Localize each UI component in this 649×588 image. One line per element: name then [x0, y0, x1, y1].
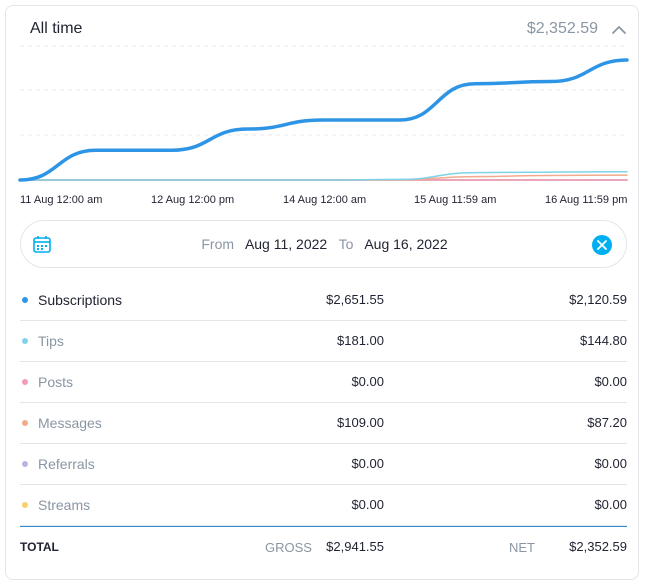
x-tick-label: 15 Aug 11:59 am: [414, 194, 497, 206]
gross-value: $181.00: [337, 333, 384, 348]
chevron-up-icon[interactable]: [611, 22, 627, 38]
total-net-value: $2,352.59: [569, 539, 627, 554]
total-label: TOTAL: [20, 540, 59, 554]
series-line-subscriptions: [18, 58, 629, 182]
from-label: From: [201, 236, 235, 252]
x-tick-label: 14 Aug 12:00 am: [283, 194, 367, 206]
earnings-row-messages[interactable]: Messages $109.00 $87.20: [20, 403, 627, 444]
legend-dot-icon: [22, 461, 28, 467]
gross-value: $0.00: [351, 456, 384, 471]
legend-dot-icon: [22, 420, 28, 426]
total-row: TOTAL GROSS $2,941.55 NET $2,352.59: [20, 526, 627, 566]
net-label: NET: [509, 540, 535, 555]
gross-value: $109.00: [337, 415, 384, 430]
period-title[interactable]: All time: [30, 20, 82, 38]
total-gross-value: $2,941.55: [326, 539, 384, 554]
x-tick-label: 12 Aug 12:00 pm: [151, 194, 235, 206]
gross-label: GROSS: [265, 540, 312, 555]
net-value: $0.00: [594, 497, 627, 512]
gross-value: $2,651.55: [326, 292, 384, 307]
category-name: Tips: [38, 333, 64, 349]
net-value: $0.00: [594, 456, 627, 471]
legend-dot-icon: [22, 502, 28, 508]
earnings-row-tips[interactable]: Tips $181.00 $144.80: [20, 321, 627, 362]
earnings-row-referrals[interactable]: Referrals $0.00 $0.00: [20, 444, 627, 485]
net-value: $2,120.59: [569, 292, 627, 307]
category-name: Messages: [38, 415, 102, 431]
close-icon: [597, 240, 607, 250]
legend-dot-icon: [22, 379, 28, 385]
earnings-line-chart: [18, 45, 629, 182]
clear-range-button[interactable]: [592, 235, 612, 255]
category-name: Subscriptions: [38, 292, 123, 308]
x-tick-label: 16 Aug 11:59 pm: [545, 194, 628, 206]
net-value: $0.00: [594, 374, 627, 389]
to-date[interactable]: Aug 16, 2022: [364, 236, 447, 252]
net-value: $87.20: [587, 415, 627, 430]
period-total: $2,352.59: [526, 20, 598, 37]
earnings-row-posts[interactable]: Posts $0.00 $0.00: [20, 362, 627, 403]
gross-value: $0.00: [351, 497, 384, 512]
earnings-row-streams[interactable]: Streams $0.00 $0.00: [20, 485, 627, 526]
from-date[interactable]: Aug 11, 2022: [245, 236, 327, 252]
category-name: Posts: [38, 374, 74, 390]
net-value: $144.80: [580, 333, 627, 348]
gross-value: $0.00: [351, 374, 384, 389]
to-label: To: [338, 236, 354, 252]
category-name: Referrals: [38, 456, 95, 472]
date-range-text: From Aug 11, 2022 To Aug 16, 2022: [0, 236, 649, 252]
earnings-row-subscriptions[interactable]: Subscriptions $2,651.55 $2,120.59: [20, 280, 627, 321]
legend-dot-icon: [22, 297, 28, 303]
legend-dot-icon: [22, 338, 28, 344]
category-name: Streams: [38, 497, 91, 513]
x-tick-label: 11 Aug 12:00 am: [20, 194, 103, 206]
